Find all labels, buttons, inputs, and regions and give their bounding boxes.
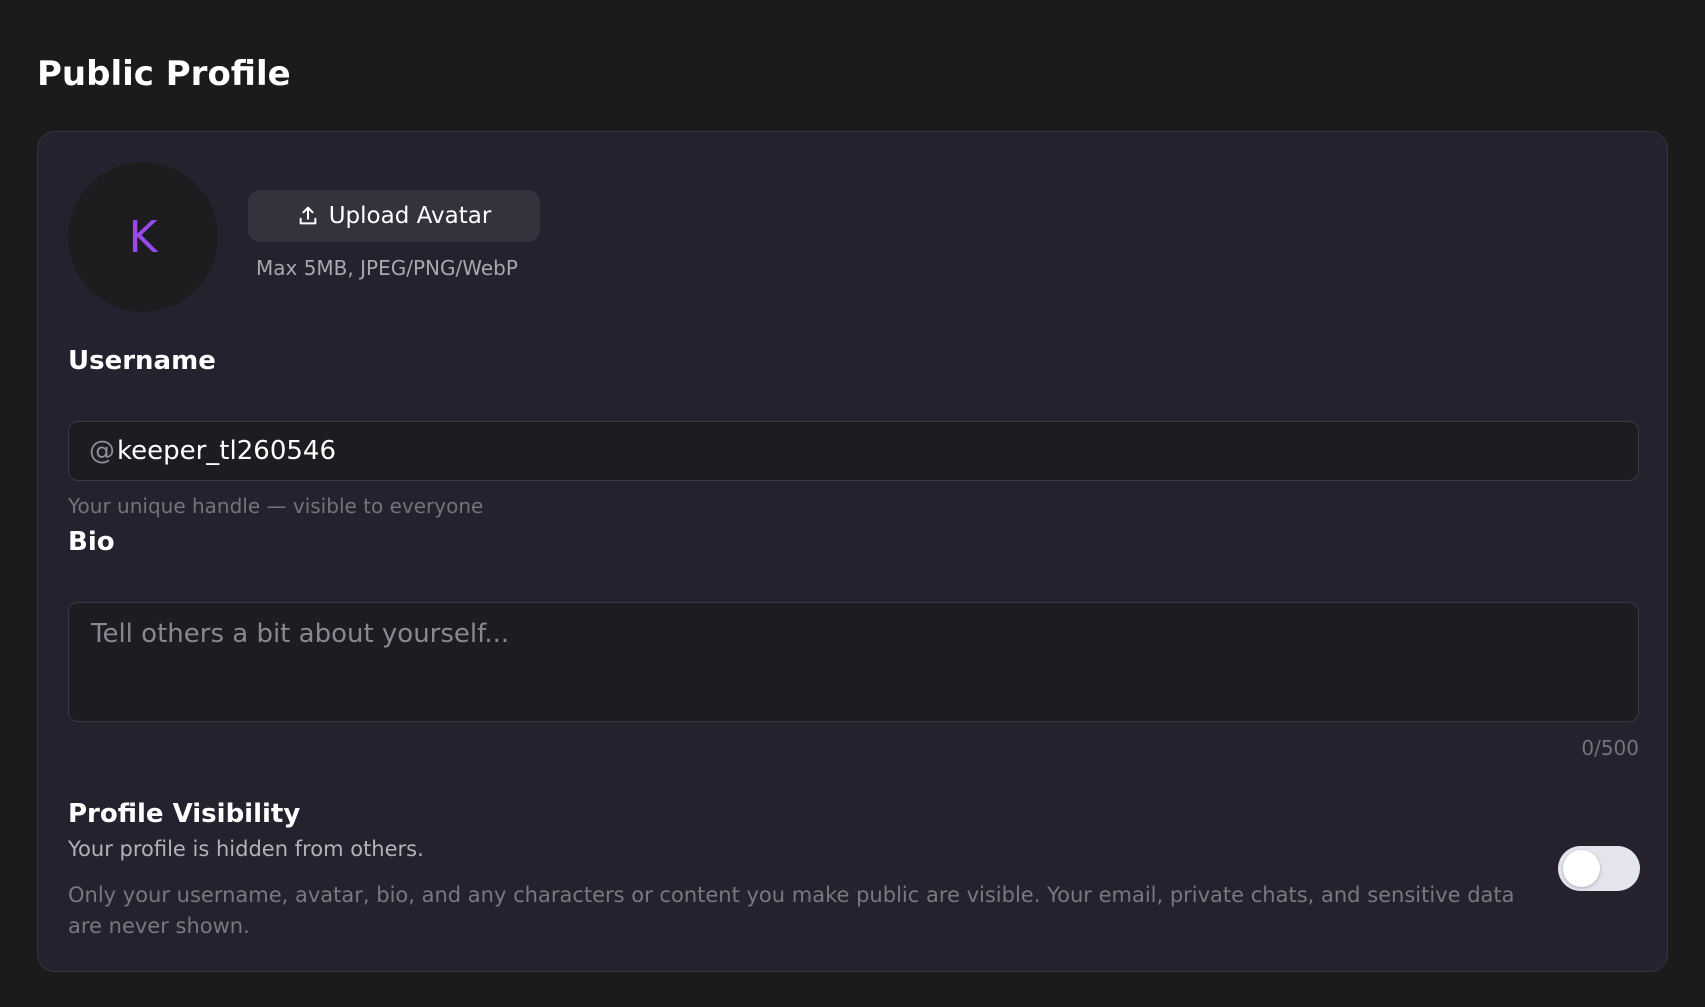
upload-icon (297, 205, 319, 227)
upload-avatar-button[interactable]: Upload Avatar (248, 190, 540, 242)
toggle-knob (1563, 850, 1600, 887)
page-title: Public Profile (37, 54, 291, 94)
avatar: K (68, 162, 218, 312)
username-label: Username (68, 346, 216, 376)
public-profile-card: K Upload Avatar Max 5MB, JPEG/PNG/WebP U… (37, 131, 1668, 972)
bio-char-count: 0/500 (1581, 736, 1639, 760)
at-prefix: @ (89, 436, 115, 466)
visibility-label: Profile Visibility (68, 799, 301, 829)
profile-settings-page: Public Profile K Upload Avatar Max 5MB, … (0, 0, 1705, 1007)
username-input[interactable]: @ keeper_tl260546 (68, 421, 1639, 481)
upload-hint: Max 5MB, JPEG/PNG/WebP (256, 256, 518, 280)
visibility-note: Only your username, avatar, bio, and any… (68, 883, 1515, 938)
bio-label: Bio (68, 527, 115, 557)
username-value: keeper_tl260546 (117, 436, 336, 466)
visibility-toggle[interactable] (1558, 846, 1640, 891)
bio-placeholder: Tell others a bit about yourself... (91, 619, 510, 649)
visibility-status: Your profile is hidden from others. (68, 837, 424, 861)
upload-avatar-label: Upload Avatar (328, 203, 492, 229)
username-helper: Your unique handle — visible to everyone (68, 494, 484, 518)
bio-textarea[interactable]: Tell others a bit about yourself... (68, 602, 1639, 722)
avatar-initial: K (128, 211, 158, 263)
